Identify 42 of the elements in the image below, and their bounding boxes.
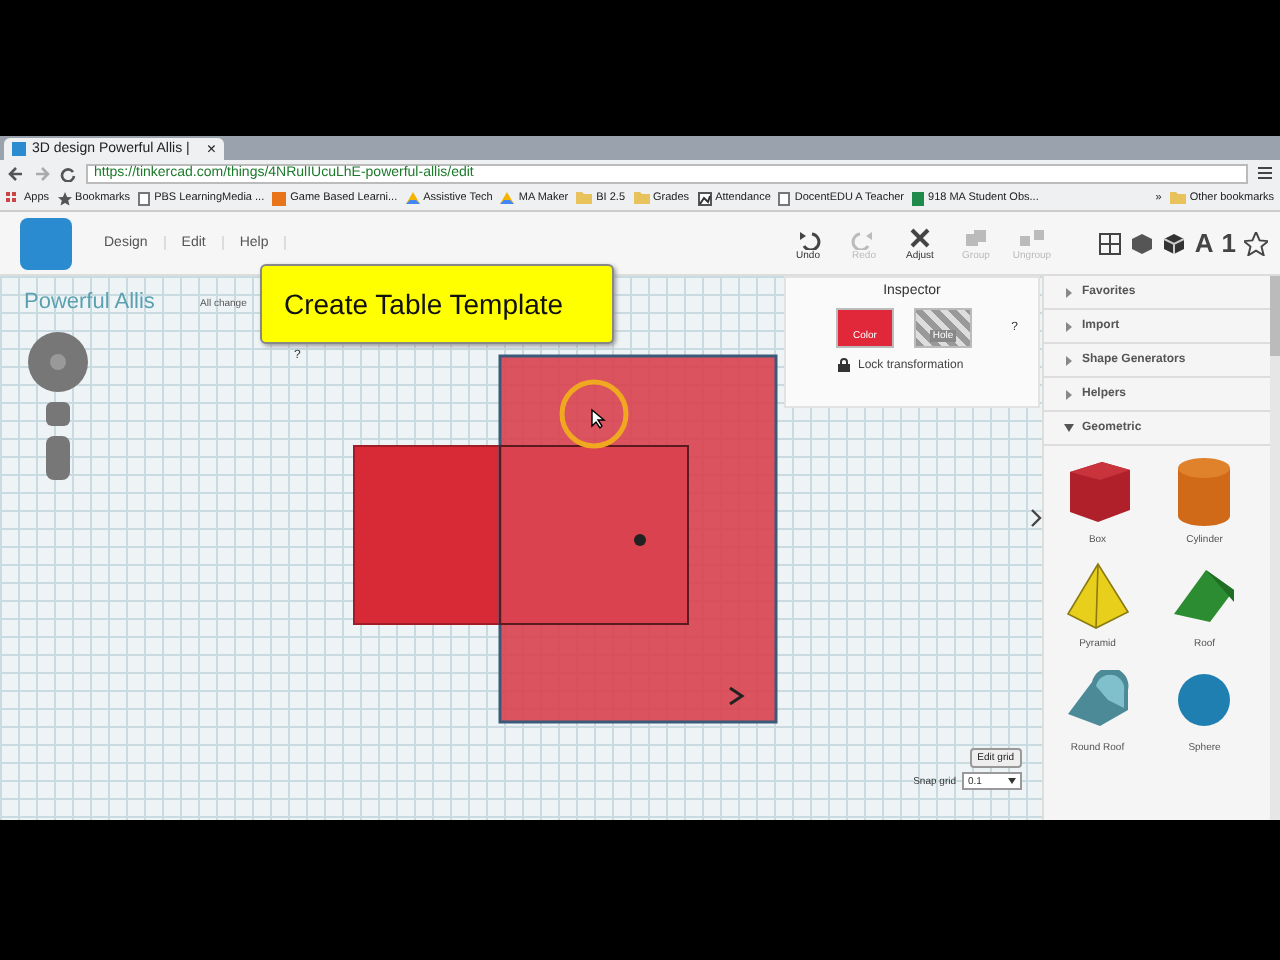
cursor-icon: [590, 408, 606, 430]
triangle-logo-icon: [405, 191, 420, 205]
pyramid-icon: [1065, 562, 1130, 630]
sheet-icon: [912, 191, 925, 205]
round-roof-icon: [1063, 670, 1132, 730]
tab-close-button[interactable]: ×: [206, 140, 216, 158]
chart-icon: [697, 191, 712, 205]
menu-icon[interactable]: [1258, 166, 1272, 180]
lock-icon[interactable]: [838, 358, 850, 372]
boxes-drawing[interactable]: [350, 352, 782, 728]
view-button[interactable]: 1: [1221, 228, 1236, 258]
folder-icon: [1169, 192, 1186, 204]
view-navigation-drawing[interactable]: [26, 332, 90, 480]
squares-icon: [962, 225, 990, 249]
star-icon: [57, 191, 72, 205]
cross-icon: [906, 225, 934, 249]
cube-view-icon[interactable]: [1130, 231, 1155, 255]
site-icon: [272, 191, 287, 205]
roof-icon: [1170, 566, 1239, 626]
back-icon[interactable]: [8, 165, 24, 181]
page-icon: [778, 191, 791, 205]
apps-icon: [6, 191, 20, 205]
highlight-circle: [556, 376, 632, 452]
view-button[interactable]: A: [1194, 228, 1214, 258]
sphere-icon: [1174, 670, 1235, 730]
folder-icon: [576, 192, 593, 204]
triangle-logo-icon: [500, 191, 515, 205]
app-logo[interactable]: [20, 217, 72, 269]
star-icon[interactable]: [1244, 231, 1268, 255]
page-icon: [138, 191, 151, 205]
scrollbar[interactable]: [1270, 276, 1280, 356]
reload-icon[interactable]: [60, 165, 76, 181]
caret-icon: [1008, 778, 1016, 784]
chevron-icon[interactable]: [1028, 508, 1042, 528]
cube-view-icon[interactable]: [1162, 231, 1187, 255]
squares-icon: [1018, 225, 1046, 249]
project-title: Powerful Allis: [24, 290, 155, 314]
grid-view-icon[interactable]: [1098, 231, 1123, 255]
favicon-icon: [12, 142, 26, 156]
folder-icon: [633, 192, 650, 204]
callout-banner: Create Table Template: [260, 264, 614, 344]
cylinder-icon: [1174, 456, 1235, 528]
